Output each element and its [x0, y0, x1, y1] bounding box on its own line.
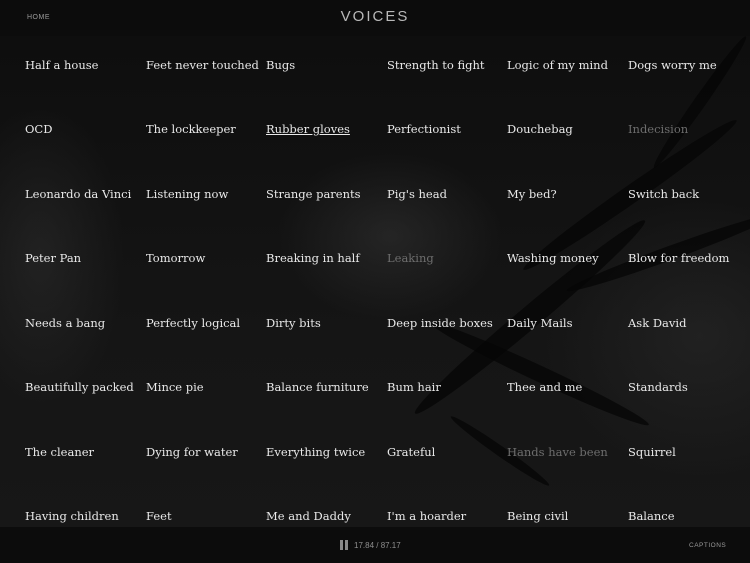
captions-button[interactable]: CAPTIONS — [689, 542, 726, 549]
voice-item[interactable]: I'm a hoarder — [387, 508, 466, 524]
pause-icon[interactable] — [340, 540, 348, 550]
page-title: VOICES — [340, 8, 410, 25]
voice-item[interactable]: Blow for freedom — [628, 250, 729, 266]
voice-item[interactable]: Peter Pan — [25, 250, 81, 266]
voice-item[interactable]: Thee and me — [507, 379, 582, 395]
voice-item[interactable]: Hands have been — [507, 444, 608, 460]
voice-item[interactable]: Mince pie — [146, 379, 204, 395]
playback-time: 17.84 / 87.17 — [354, 541, 401, 550]
voice-item[interactable]: Bum hair — [387, 379, 441, 395]
voice-item[interactable]: Needs a bang — [25, 315, 105, 331]
voice-item[interactable]: Me and Daddy — [266, 508, 351, 524]
voice-item[interactable]: My bed? — [507, 186, 557, 202]
voice-item[interactable]: Beautifully packed — [25, 379, 134, 395]
voice-item[interactable]: Balance furniture — [266, 379, 369, 395]
voice-item[interactable]: Washing money — [507, 250, 599, 266]
voice-item[interactable]: Pig's head — [387, 186, 447, 202]
voice-item[interactable]: Deep inside boxes — [387, 315, 493, 331]
header-bar: HOME VOICES — [0, 0, 750, 36]
voice-item[interactable]: Half a house — [25, 57, 98, 73]
voice-item[interactable]: Perfectionist — [387, 121, 461, 137]
voice-item[interactable]: Tomorrow — [146, 250, 205, 266]
voice-item[interactable]: Switch back — [628, 186, 699, 202]
voice-item[interactable]: Feet — [146, 508, 172, 524]
voice-item[interactable]: Dogs worry me — [628, 57, 717, 73]
voice-item[interactable]: OCD — [25, 121, 52, 137]
voice-item[interactable]: Strange parents — [266, 186, 361, 202]
voice-item[interactable]: Grateful — [387, 444, 435, 460]
voice-item[interactable]: Rubber gloves — [266, 121, 350, 137]
voice-item[interactable]: Dying for water — [146, 444, 238, 460]
voice-item[interactable]: The lockkeeper — [146, 121, 236, 137]
voice-item[interactable]: Having children — [25, 508, 119, 524]
voice-item[interactable]: Ask David — [628, 315, 686, 331]
voice-item[interactable]: Squirrel — [628, 444, 676, 460]
voice-item[interactable]: The cleaner — [25, 444, 94, 460]
voice-item[interactable]: Being civil — [507, 508, 568, 524]
voice-item[interactable]: Feet never touched — [146, 57, 259, 73]
voice-item[interactable]: Breaking in half — [266, 250, 360, 266]
voices-grid: Half a house Feet never touched Bugs Streng… — [25, 36, 750, 527]
voice-item[interactable]: Indecision — [628, 121, 688, 137]
voice-item[interactable]: Perfectly logical — [146, 315, 240, 331]
voice-item[interactable]: Bugs — [266, 57, 295, 73]
voice-item[interactable]: Dirty bits — [266, 315, 321, 331]
voice-item[interactable]: Strength to fight — [387, 57, 485, 73]
voice-item[interactable]: Balance — [628, 508, 675, 524]
voice-item[interactable]: Daily Mails — [507, 315, 572, 331]
voice-item[interactable]: Douchebag — [507, 121, 573, 137]
player-bar: 17.84 / 87.17 CAPTIONS — [0, 527, 750, 563]
voice-item[interactable]: Standards — [628, 379, 688, 395]
voice-item[interactable]: Listening now — [146, 186, 228, 202]
voice-item[interactable]: Logic of my mind — [507, 57, 608, 73]
voice-item[interactable]: Leaking — [387, 250, 434, 266]
voice-item[interactable]: Leonardo da Vinci — [25, 186, 131, 202]
voice-item[interactable]: Everything twice — [266, 444, 365, 460]
